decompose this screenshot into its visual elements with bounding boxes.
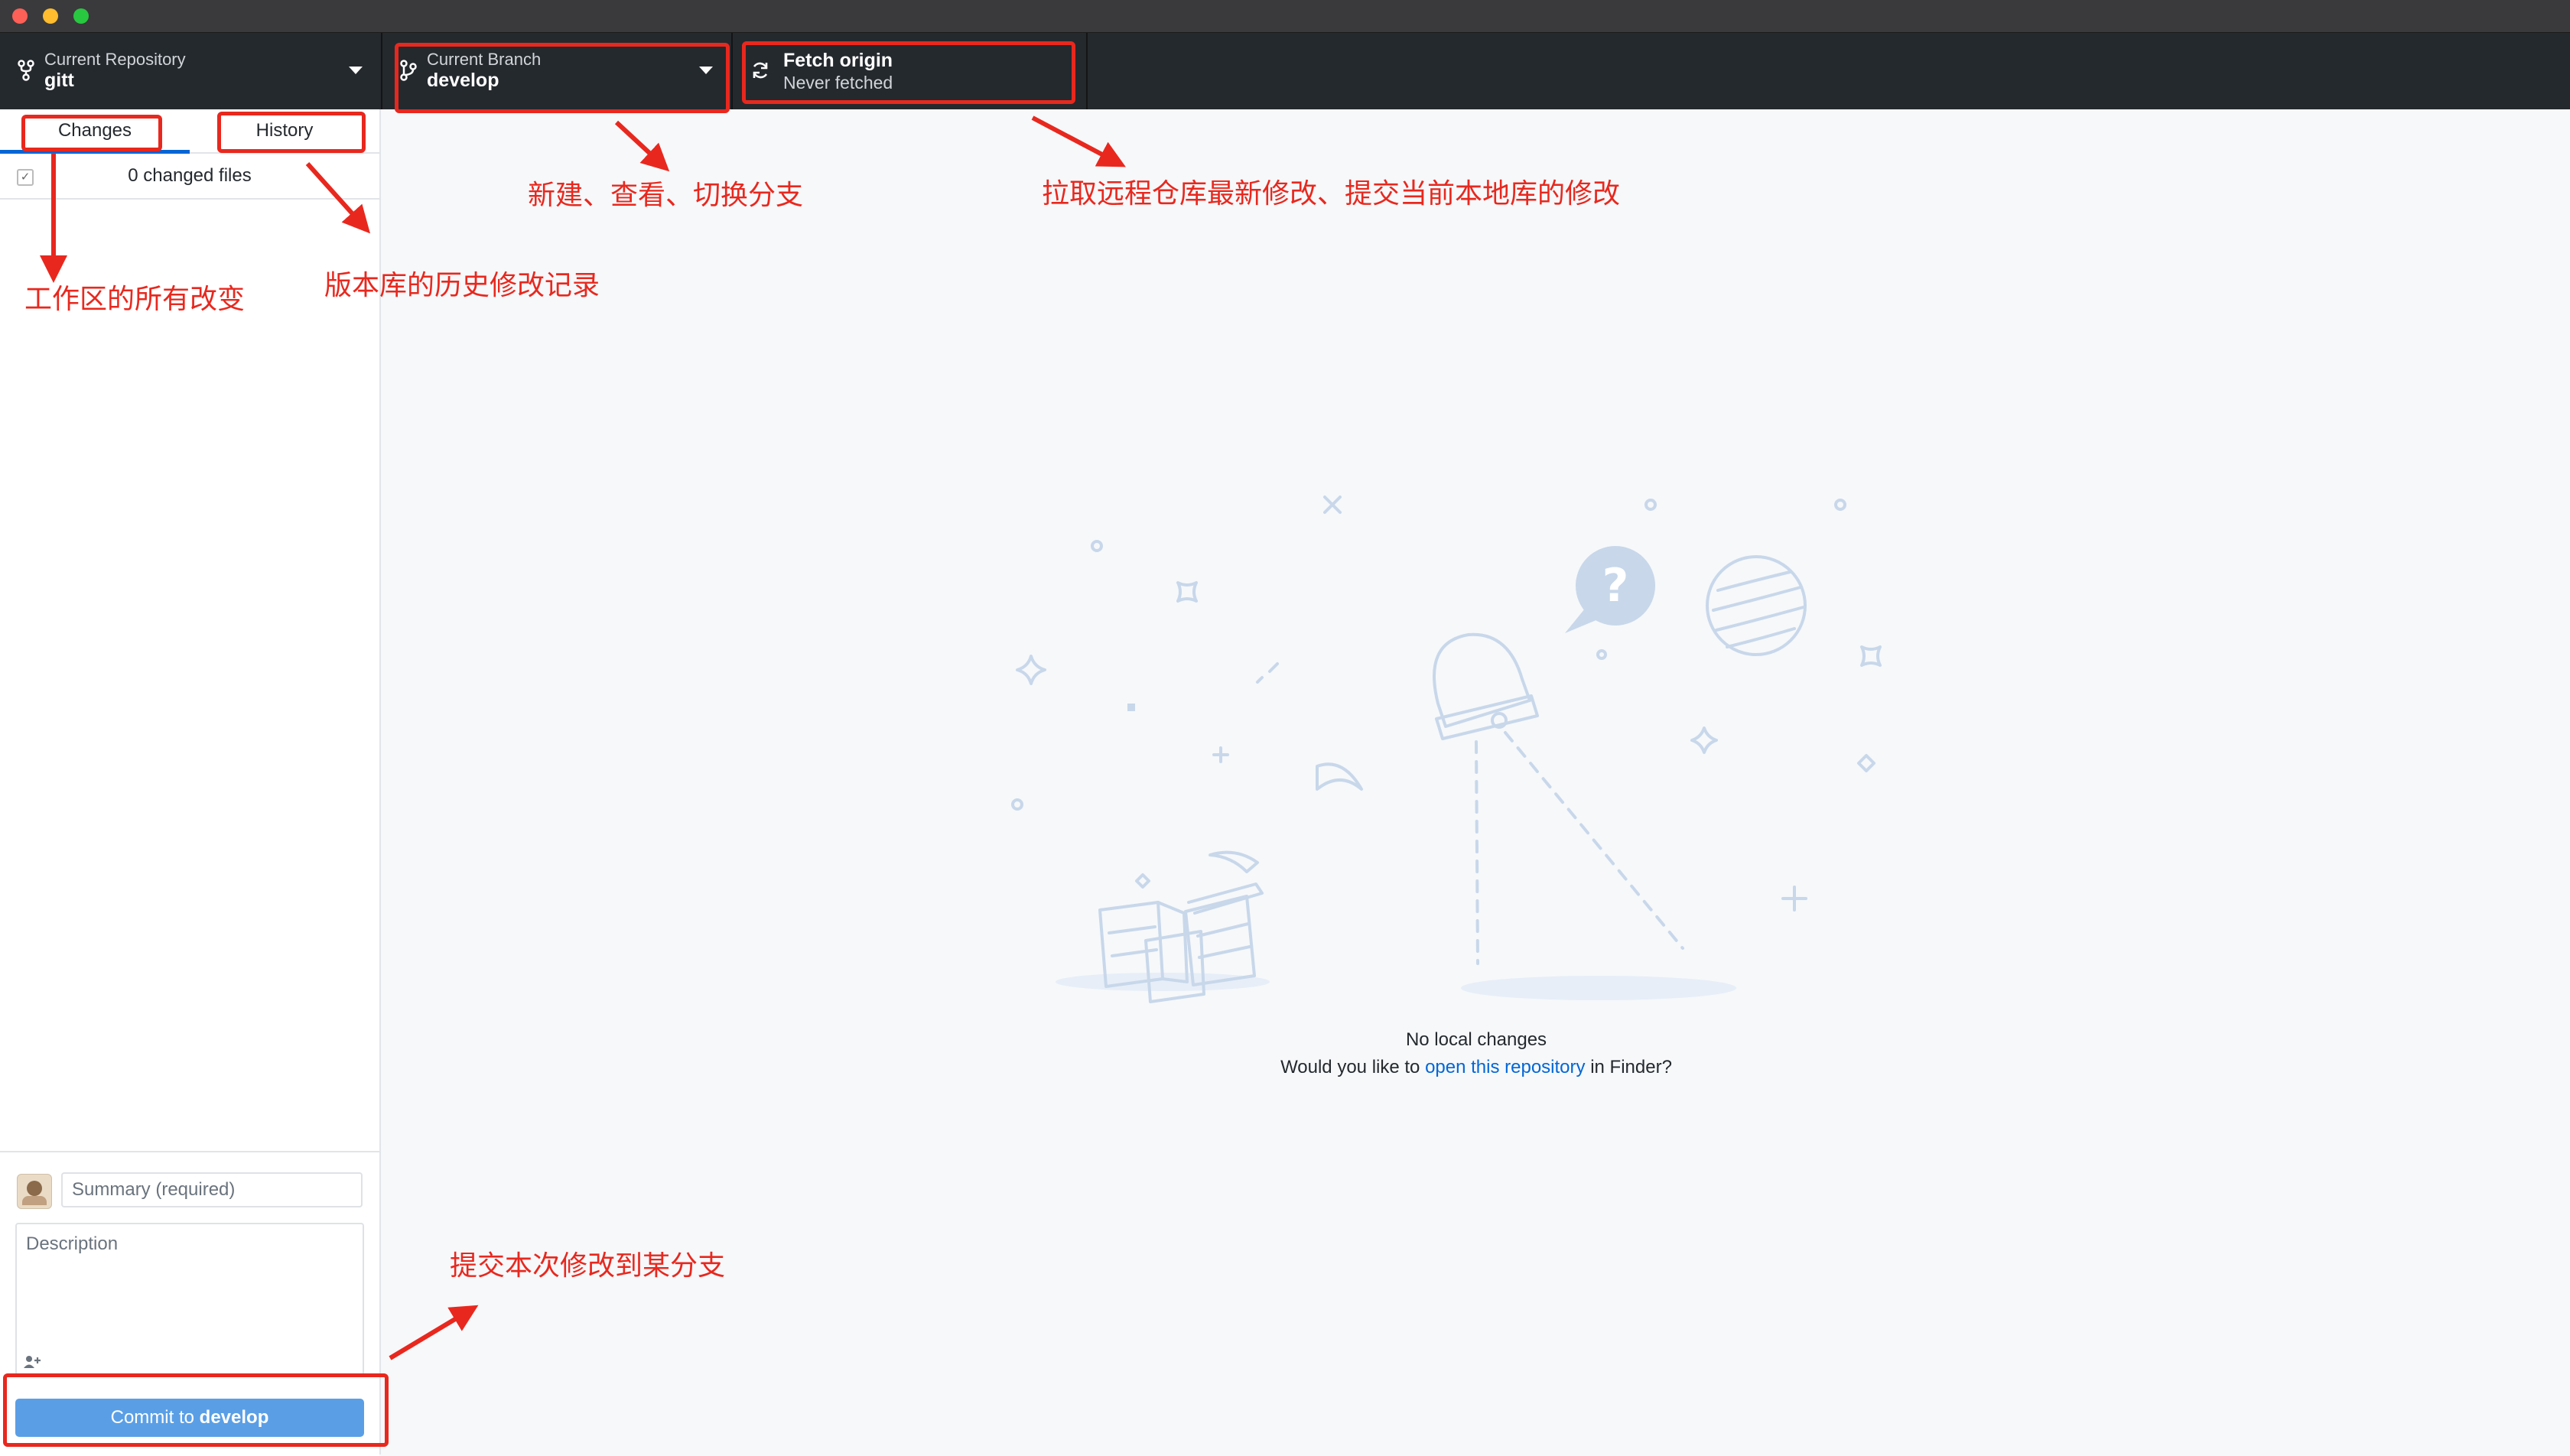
annotation-branch-note: 新建、查看、切换分支	[528, 179, 804, 210]
toolbar: Current Repository gitt Current Branch d…	[0, 33, 2570, 109]
open-prompt-after: in Finder?	[1590, 1057, 1672, 1077]
avatar	[17, 1174, 52, 1209]
chevron-down-icon	[349, 67, 363, 74]
no-changes-illustration: ?	[1011, 496, 1882, 1003]
repository-name: gitt	[44, 70, 74, 91]
annotation-box-fetch	[742, 41, 1075, 104]
changed-files-header: 0 changed files ✓	[0, 154, 379, 200]
annotation-box-changes	[21, 115, 162, 151]
annotation-history-note: 版本库的历史修改记录	[324, 269, 600, 301]
window-titlebar	[0, 0, 2570, 33]
maximize-window-button[interactable]	[73, 8, 89, 24]
annotation-box-commit	[3, 1373, 389, 1447]
annotation-box-branch	[395, 43, 730, 113]
current-repository-dropdown[interactable]: Current Repository gitt	[0, 33, 382, 109]
summary-input[interactable]: Summary (required)	[61, 1172, 363, 1207]
annotation-fetch-note: 拉取远程仓库最新修改、提交当前本地库的修改	[1042, 177, 1621, 209]
open-repository-link[interactable]: open this repository	[1425, 1057, 1585, 1077]
select-all-checkbox[interactable]: ✓	[17, 169, 34, 186]
annotation-commit-note: 提交本次修改到某分支	[450, 1250, 726, 1281]
open-prompt-before: Would you like to	[1280, 1057, 1420, 1077]
no-changes-title: No local changes	[1405, 1029, 1547, 1050]
annotation-changes-note: 工作区的所有改变	[24, 283, 246, 314]
changed-files-count: 0 changed files	[128, 165, 252, 186]
description-input[interactable]: Description	[15, 1223, 364, 1376]
repository-icon	[18, 60, 34, 81]
close-window-button[interactable]	[12, 8, 28, 24]
svg-text:?: ?	[1602, 559, 1629, 613]
add-coauthor-icon[interactable]	[23, 1354, 43, 1374]
minimize-window-button[interactable]	[43, 8, 58, 24]
annotation-box-history	[217, 112, 366, 153]
repository-label: Current Repository	[44, 50, 186, 69]
open-repository-prompt: Would you like to open this repository i…	[1170, 1057, 1782, 1078]
